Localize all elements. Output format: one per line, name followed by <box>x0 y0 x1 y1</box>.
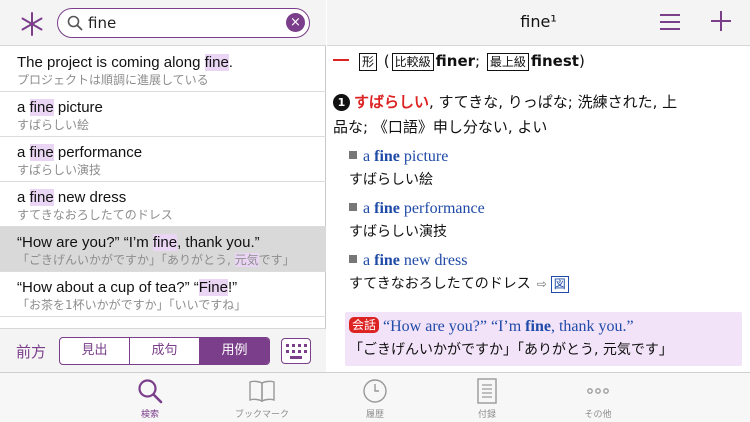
comparative-label: 比較級 <box>391 53 434 71</box>
headword-forms: 形 (比較級 finer; 最上級 finest) <box>333 52 745 78</box>
keyboard-icon[interactable] <box>281 338 311 364</box>
tab-bar: 検索 ブックマーク 履歴 付録 その他 <box>0 372 750 422</box>
list-item-selected[interactable]: “How are you?” “I’m fine, thank you.” 「ご… <box>0 227 326 272</box>
search-icon <box>138 379 163 404</box>
entry-toolbar: fine¹ <box>327 0 750 46</box>
entry-pane: fine¹ 形 (比較級 finer; 最上級 finest) 1 すばらしい, すて… <box>327 0 750 372</box>
search-toolbar: × <box>0 0 326 46</box>
book-icon <box>249 380 275 403</box>
example: a fine performance すばらしい演技 <box>349 200 485 240</box>
bullet-square <box>349 203 357 211</box>
pos-label: 形 <box>359 53 378 71</box>
search-icon <box>67 15 83 31</box>
list-item-japanese: 「お茶を1杯いかがですか」「いいですね」 <box>17 298 247 312</box>
entry-content: 形 (比較級 finer; 最上級 finest) 1 すばらしい, すてきな, りっ… <box>333 52 745 296</box>
comparative-form: finer <box>435 52 476 70</box>
search-input[interactable] <box>88 13 278 33</box>
arrow-icon: ⇨ <box>536 277 547 291</box>
list-item-japanese: プロジェクトは順調に進展している <box>17 73 209 87</box>
sense-number: 1 <box>333 94 350 111</box>
bullet-square <box>349 151 357 159</box>
conversation-tag: 会話 <box>349 317 380 333</box>
results-list: The project is coming along fine. プロジェクト… <box>0 47 326 328</box>
list-item-english: The project is coming along fine. <box>17 54 233 71</box>
search-mode-segmented-control: 見出 成句 用例 <box>59 337 270 365</box>
sense-definition: 1 すばらしい, すてきな, りっぱな; 洗練された, 上品な; 《口語》申し分な… <box>333 93 678 136</box>
segment-example[interactable]: 用例 <box>200 338 269 364</box>
example: a fine new dress すてきなおろしたてのドレス ⇨ 図 <box>349 249 745 296</box>
list-item[interactable]: The project is coming along fine. プロジェクト… <box>0 47 326 92</box>
list-item-japanese: すばらしい演技 <box>17 163 102 177</box>
menu-icon[interactable] <box>659 13 681 31</box>
list-item[interactable]: a fine picture すばらしい絵 <box>0 92 326 137</box>
asterisk-logo-icon[interactable] <box>19 11 45 37</box>
tab-bookmark[interactable]: ブックマーク <box>217 377 307 420</box>
tab-appendix[interactable]: 付録 <box>442 377 532 420</box>
segment-idiom[interactable]: 成句 <box>130 338 200 364</box>
superlative-label: 最上級 <box>486 53 529 71</box>
list-item[interactable]: a fine performance すばらしい演技 <box>0 137 326 182</box>
clear-search-button[interactable]: × <box>286 13 305 32</box>
clock-icon <box>363 379 387 403</box>
tab-more[interactable]: その他 <box>553 377 643 420</box>
segment-headword[interactable]: 見出 <box>60 338 130 364</box>
entry-title: fine¹ <box>520 12 557 31</box>
search-pane: × The project is coming along fine. プロジェ… <box>0 0 326 372</box>
figure-link[interactable]: 図 <box>550 276 569 293</box>
bullet-square <box>349 255 357 263</box>
list-item-english: a fine performance <box>17 144 143 161</box>
add-icon[interactable] <box>710 10 732 32</box>
list-item-english: a fine new dress <box>17 189 127 206</box>
red-dash-marker <box>333 58 349 62</box>
conversation-example: 会話 “How are you?” “I’m fine, thank you.” … <box>345 312 742 366</box>
direction-toggle[interactable]: 前方 <box>16 341 46 362</box>
list-item[interactable]: a fine new dress すてきなおろしたてのドレス <box>0 182 326 227</box>
list-item-japanese: すばらしい絵 <box>17 118 90 132</box>
tab-history[interactable]: 履歴 <box>330 377 420 420</box>
list-item-japanese: 「ごきげんいかがですか」「ありがとう, 元気です」 <box>17 253 295 267</box>
example: a fine picture すばらしい絵 <box>349 148 449 188</box>
more-icon <box>587 388 609 394</box>
list-item-english: “How about a cup of tea?” “Fine!” <box>17 279 238 296</box>
superlative-form: finest <box>530 52 579 70</box>
list-item[interactable]: “How about a cup of tea?” “Fine!” 「お茶を1杯… <box>0 272 326 317</box>
search-field[interactable]: × <box>57 8 310 38</box>
list-item-english: “How are you?” “I’m fine, thank you.” <box>17 234 260 251</box>
sense-main: すばらしい <box>354 93 430 111</box>
list-item-japanese: すてきなおろしたてのドレス <box>17 208 173 222</box>
search-mode-bar: 前方 見出 成句 用例 <box>0 328 326 372</box>
list-item-english: a fine picture <box>17 99 103 116</box>
tab-search[interactable]: 検索 <box>105 377 195 420</box>
document-icon <box>477 378 497 404</box>
